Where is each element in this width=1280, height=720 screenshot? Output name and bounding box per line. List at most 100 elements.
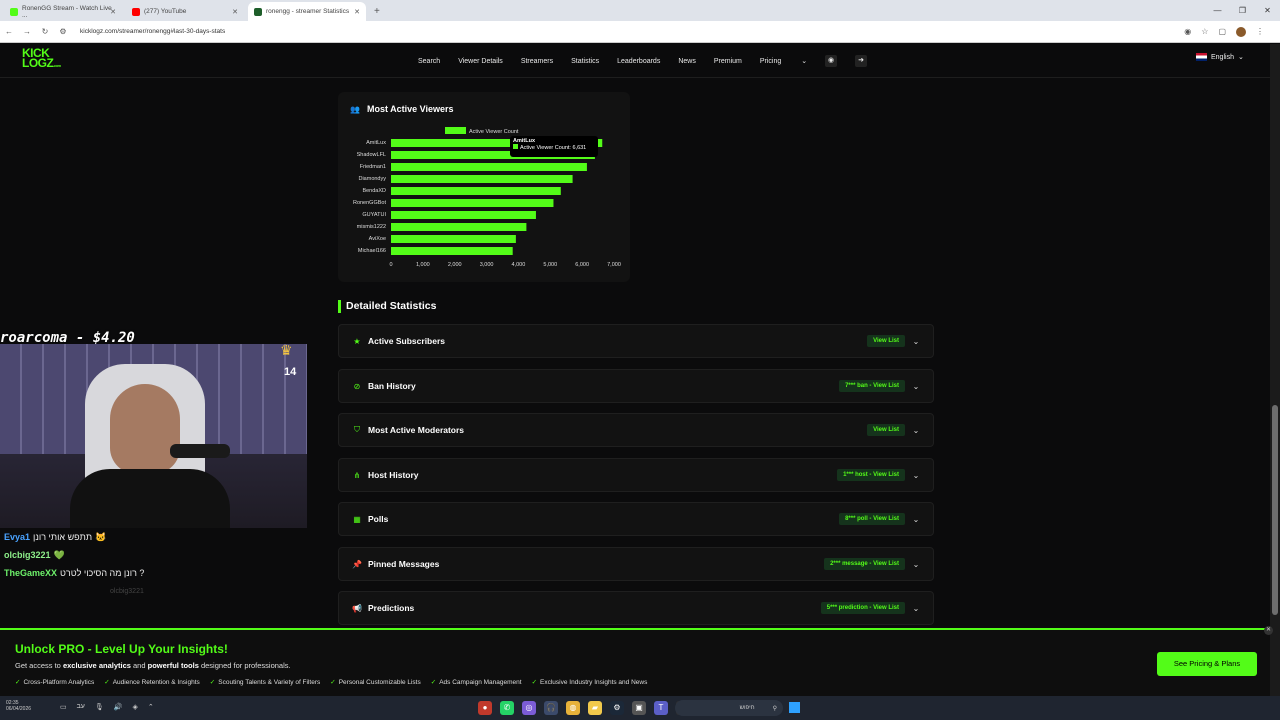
menu-kebab-icon[interactable]: ⋮	[1256, 27, 1264, 36]
view-list-button[interactable]: View List	[867, 424, 905, 436]
see-pricing-button[interactable]: See Pricing & Plans	[1157, 652, 1257, 676]
back-icon[interactable]: ←	[0, 27, 18, 36]
login-icon[interactable]: ➜	[855, 55, 868, 67]
os-taskbar: 02:35 06/04/2026 ▭ עב 🎙 🔊 ◈ ⌃ ● ✆ ◎ 🎧 ◍ …	[0, 696, 1280, 720]
view-list-button[interactable]: 5*** prediction - View List	[820, 602, 905, 614]
nav-search[interactable]: Search	[418, 58, 440, 65]
category-label: AviXoe	[369, 236, 386, 242]
legend-label[interactable]: Active Viewer Count	[469, 129, 519, 135]
row-label: Predictions	[368, 603, 415, 613]
taskbar-search[interactable]: חיפוש ⚲	[675, 700, 783, 716]
nav-pricing[interactable]: Pricing ⌄	[760, 57, 807, 65]
close-banner-icon[interactable]: ✕	[1264, 626, 1273, 635]
row-active-subscribers[interactable]: ★ Active Subscribers View List ⌄	[338, 324, 934, 358]
browser-tab-active[interactable]: ronengg - streamer Statistics ✕	[248, 2, 366, 21]
chevron-down-icon[interactable]: ⌄	[911, 337, 921, 346]
check-icon: ✓	[104, 679, 110, 686]
clock[interactable]: 02:35 06/04/2026	[6, 700, 31, 712]
kicklogz-logo[interactable]: KICK LOGZ.com	[22, 47, 70, 74]
view-list-button[interactable]: View List	[867, 335, 905, 347]
view-list-button[interactable]: 1*** host - View List	[837, 469, 905, 481]
bar-AviXoe[interactable]	[391, 235, 516, 243]
steam-icon[interactable]: ⚙	[610, 701, 624, 715]
minimize-icon[interactable]: —	[1205, 6, 1230, 15]
nav-premium[interactable]: Premium	[714, 58, 742, 65]
nav-viewer-details[interactable]: Viewer Details	[458, 58, 503, 65]
chevron-down-icon[interactable]: ⌄	[911, 471, 921, 480]
whatsapp-icon[interactable]: ✆	[500, 701, 514, 715]
tab-title: RonenGG Stream - Watch Live ...	[22, 4, 112, 19]
scrollbar-thumb[interactable]	[1272, 405, 1278, 615]
row-host-history[interactable]: ⋔ Host History 1*** host - View List ⌄	[338, 458, 934, 492]
bar-RonenGGBot[interactable]	[391, 199, 554, 207]
headset-icon[interactable]: 🎧	[544, 701, 558, 715]
close-window-icon[interactable]: ✕	[1255, 6, 1280, 15]
language-selector[interactable]: English ⌄	[1196, 53, 1244, 61]
bar-GUYATUI[interactable]	[391, 211, 536, 219]
chevron-down-icon[interactable]: ⌄	[911, 604, 921, 613]
chevron-down-icon[interactable]: ⌄	[911, 560, 921, 569]
app-icon[interactable]: ▣	[632, 701, 646, 715]
close-tab-icon[interactable]: ✕	[110, 8, 116, 16]
windows-start-icon[interactable]	[789, 702, 800, 713]
mic-icon[interactable]: 🎙	[95, 703, 104, 711]
teams-icon[interactable]: T	[654, 701, 668, 715]
row-pinned-messages[interactable]: 📌 Pinned Messages 2*** message - View Li…	[338, 547, 934, 581]
row-ban-history[interactable]: ⊘ Ban History 7*** ban - View List ⌄	[338, 369, 934, 403]
bar-mismis1222[interactable]	[391, 223, 527, 231]
forward-icon[interactable]: →	[18, 27, 36, 36]
browser-tabbar: RonenGG Stream - Watch Live ... ✕ (277) …	[0, 0, 1280, 21]
volume-icon[interactable]: 🔊	[114, 703, 123, 711]
eye-off-icon[interactable]: ◉	[1184, 27, 1191, 36]
bar-Friedman1[interactable]	[391, 163, 587, 171]
view-list-button[interactable]: 7*** ban - View List	[839, 380, 905, 392]
tray-chevron-icon[interactable]: ⌃	[148, 703, 154, 711]
chat-text: רונן מה הסיכוי לטרט ?	[60, 568, 145, 578]
bar-BendaXD[interactable]	[391, 187, 561, 195]
maximize-icon[interactable]: ❐	[1230, 6, 1255, 15]
app-icon[interactable]: ◎	[522, 701, 536, 715]
chevron-down-icon[interactable]: ⌄	[911, 515, 921, 524]
network-icon[interactable]: ◈	[133, 703, 138, 711]
window-controls: — ❐ ✕	[1205, 0, 1280, 21]
megaphone-icon: 📢	[352, 603, 362, 613]
nav-statistics[interactable]: Statistics	[571, 58, 599, 65]
bookmark-star-icon[interactable]: ☆	[1201, 27, 1208, 36]
profile-avatar[interactable]	[1236, 26, 1246, 37]
close-tab-icon[interactable]: ✕	[232, 8, 238, 16]
view-list-button[interactable]: 8*** poll - View List	[839, 513, 905, 525]
users-icon: 👥	[350, 104, 360, 114]
view-list-button[interactable]: 2*** message - View List	[824, 558, 905, 570]
chat-user: olcbig3221	[110, 587, 144, 595]
chat-text: תתפש אותי רונן	[33, 532, 93, 542]
browser-tab[interactable]: RonenGG Stream - Watch Live ... ✕	[4, 2, 122, 21]
bar-Michael166[interactable]	[391, 247, 513, 255]
row-predictions[interactable]: 📢 Predictions 5*** prediction - View Lis…	[338, 591, 934, 625]
url-field[interactable]: kicklogz.com/streamer/ronengg#last-30-da…	[80, 28, 1184, 35]
chevron-down-icon[interactable]: ⌄	[911, 426, 921, 435]
discord-icon[interactable]: ◉	[825, 55, 838, 67]
new-tab-icon[interactable]: +	[374, 6, 380, 17]
site-info-icon[interactable]: ⚙	[54, 27, 72, 36]
extensions-icon[interactable]: ▢	[1218, 27, 1226, 36]
category-label: Friedman1	[360, 164, 386, 170]
notifications-icon[interactable]: ▭	[60, 703, 67, 711]
bar-Diamondyy[interactable]	[391, 175, 573, 183]
reload-icon[interactable]: ↻	[36, 27, 54, 36]
nav-leaderboards[interactable]: Leaderboards	[617, 58, 660, 65]
browser-tab[interactable]: (277) YouTube ✕	[126, 2, 244, 21]
nav-news[interactable]: News	[678, 58, 696, 65]
legend-swatch[interactable]	[445, 127, 466, 134]
nav-streamers[interactable]: Streamers	[521, 58, 553, 65]
close-tab-icon[interactable]: ✕	[354, 8, 360, 16]
chevron-down-icon[interactable]: ⌄	[911, 382, 921, 391]
chrome-icon[interactable]: ◍	[566, 701, 580, 715]
row-polls[interactable]: ▦ Polls 8*** poll - View List ⌄	[338, 502, 934, 536]
feature-item: ✓ Audience Retention & Insights	[104, 679, 200, 686]
emote-icon: 💚	[53, 549, 65, 560]
app-icon[interactable]: ●	[478, 701, 492, 715]
row-most-active-moderators[interactable]: ⛉ Most Active Moderators View List ⌄	[338, 413, 934, 447]
folder-icon[interactable]: ▰	[588, 701, 602, 715]
check-icon: ✓	[15, 679, 21, 686]
keyboard-lang[interactable]: עב	[77, 703, 85, 711]
